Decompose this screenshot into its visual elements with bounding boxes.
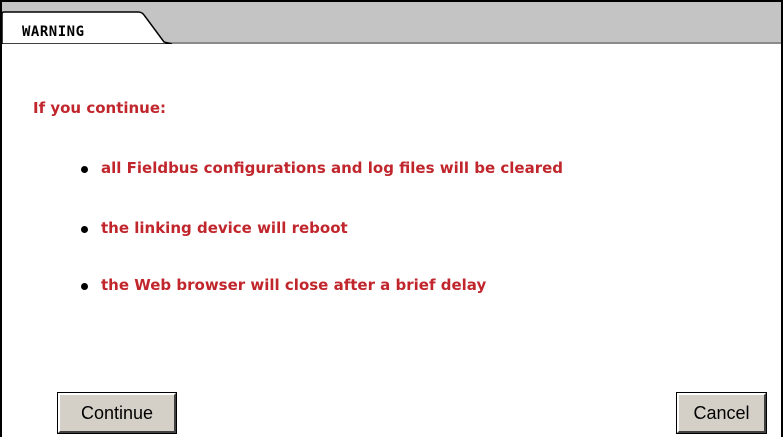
list-item-text: all Fieldbus configurations and log file… xyxy=(101,159,564,177)
cancel-button[interactable]: Cancel xyxy=(676,392,767,434)
tab-strip: WARNING xyxy=(2,2,781,44)
bullet-icon xyxy=(81,226,88,233)
bullet-icon xyxy=(81,166,88,173)
continue-button[interactable]: Continue xyxy=(57,392,177,434)
intro-text: If you continue: xyxy=(33,99,167,117)
tab-warning[interactable]: WARNING xyxy=(22,24,85,40)
warning-panel: WARNING If you continue: all Fieldbus co… xyxy=(0,0,783,437)
bullet-icon xyxy=(81,283,88,290)
list-item-text: the Web browser will close after a brief… xyxy=(101,276,487,294)
list-item-text: the linking device will reboot xyxy=(101,219,348,237)
